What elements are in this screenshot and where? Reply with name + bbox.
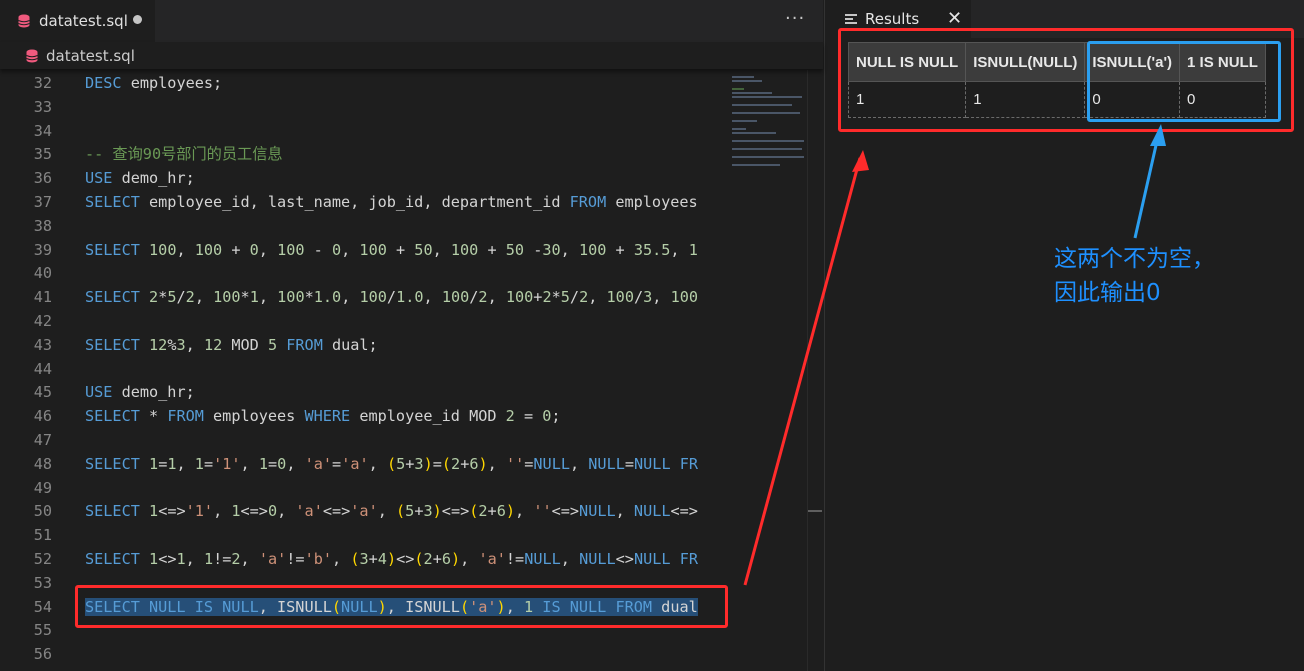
line-number: 37: [33, 193, 52, 211]
code-line[interactable]: 48 SELECT 1=1, 1='1', 1=0, 'a'='a', (5+3)…: [0, 452, 728, 476]
minimap-line: [732, 88, 744, 90]
line-number: 43: [33, 335, 52, 354]
code-line[interactable]: 45 USE demo_hr;: [0, 380, 728, 404]
line-number: 39: [33, 240, 52, 259]
minimap-line: [732, 112, 800, 114]
line-number: 49: [33, 478, 52, 497]
code-line[interactable]: 36 USE demo_hr;: [0, 166, 728, 190]
line-number: 56: [33, 645, 52, 664]
highlight-box-columns: [1087, 41, 1281, 122]
line-number: 51: [33, 526, 52, 545]
line-text: SELECT 1<=>'1', 1<=>0, 'a'<=>'a', (5+3)<…: [85, 502, 698, 521]
line-number: 35: [33, 145, 52, 164]
minimap-line: [732, 164, 780, 166]
code-line[interactable]: 52 SELECT 1<>1, 1!=2, 'a'!='b', (3+4)<>(2…: [0, 547, 728, 571]
minimap-line: [732, 96, 802, 98]
line-number: 50: [33, 502, 52, 521]
minimap-line: [732, 140, 804, 142]
line-text: DESC employees;: [85, 74, 223, 92]
line-text: SELECT employee_id, last_name, job_id, d…: [85, 193, 698, 211]
line-text: SELECT 2*5/2, 100*1, 100*1.0, 100/1.0, 1…: [85, 288, 699, 307]
code-line[interactable]: 43 SELECT 12%3, 12 MOD 5 FROM dual;: [0, 333, 728, 357]
line-number: 53: [33, 573, 52, 592]
code-line[interactable]: 49: [0, 476, 728, 500]
line-number: 54: [33, 597, 52, 616]
editor-pane: datatest.sql ··· datatest.sql 32 DESC emp…: [0, 0, 824, 671]
code-area[interactable]: 32 DESC employees; 33 34 35 -- 查询90号部门的员工信息 36…: [0, 70, 728, 671]
more-actions-icon[interactable]: ···: [785, 8, 805, 29]
vertical-scrollbar[interactable]: [807, 70, 824, 671]
code-line[interactable]: 42: [0, 309, 728, 333]
minimap-line: [732, 76, 754, 78]
line-number: 46: [33, 407, 52, 426]
minimap-line: [732, 80, 762, 82]
line-number: 40: [33, 264, 52, 283]
code-line[interactable]: 41 SELECT 2*5/2, 100*1, 100*1.0, 100/1.0,…: [0, 285, 728, 309]
minimap-line: [732, 104, 792, 106]
line-text: SELECT 12%3, 12 MOD 5 FROM dual;: [85, 335, 378, 354]
code-line[interactable]: 35 -- 查询90号部门的员工信息: [0, 142, 728, 166]
results-tab-label: Results: [865, 10, 920, 28]
list-icon: [845, 13, 857, 25]
unsaved-dot-icon[interactable]: [133, 15, 142, 24]
code-line[interactable]: 34: [0, 119, 728, 143]
line-number: 41: [33, 288, 52, 307]
breadcrumb: datatest.sql: [0, 42, 823, 69]
code-line[interactable]: 50 SELECT 1<=>'1', 1<=>0, 'a'<=>'a', (5+3…: [0, 499, 728, 523]
line-text: USE demo_hr;: [85, 383, 195, 402]
tab-label: datatest.sql: [39, 12, 128, 30]
code-line[interactable]: 39 SELECT 100, 100 + 0, 100 - 0, 100 + 50…: [0, 238, 728, 262]
minimap-line: [732, 92, 772, 94]
line-number: 45: [33, 383, 52, 402]
minimap-line: [732, 132, 776, 134]
line-text: SELECT 100, 100 + 0, 100 - 0, 100 + 50, …: [85, 240, 698, 259]
line-number: 55: [33, 621, 52, 640]
line-number: 36: [33, 169, 52, 188]
highlight-box-query: [75, 585, 728, 628]
line-number: 48: [33, 454, 52, 473]
minimap-line: [732, 128, 746, 130]
line-number: 32: [33, 74, 52, 92]
code-line[interactable]: 46 SELECT * FROM employees WHERE employee…: [0, 404, 728, 428]
minimap-line: [732, 120, 757, 122]
line-text: SELECT * FROM employees WHERE employee_i…: [85, 407, 561, 426]
minimap-line: [732, 148, 802, 150]
code-line[interactable]: 47: [0, 428, 728, 452]
database-icon: [18, 14, 30, 28]
line-number: 34: [33, 121, 52, 140]
code-line[interactable]: 37 SELECT employee_id, last_name, job_id,…: [0, 190, 728, 214]
code-line[interactable]: 40: [0, 261, 728, 285]
line-number: 44: [33, 359, 52, 378]
code-line[interactable]: 51: [0, 523, 728, 547]
line-number: 33: [33, 97, 52, 116]
line-number: 38: [33, 216, 52, 235]
editor-tab-bar: datatest.sql ···: [0, 0, 823, 42]
line-text: -- 查询90号部门的员工信息: [85, 145, 283, 164]
code-line[interactable]: 32 DESC employees;: [0, 71, 728, 95]
line-text: SELECT 1=1, 1='1', 1=0, 'a'='a', (5+3)=(…: [85, 454, 699, 473]
line-number: 42: [33, 312, 52, 330]
line-number: 47: [33, 431, 52, 449]
database-icon: [26, 49, 38, 63]
code-line[interactable]: 38: [0, 214, 728, 238]
code-line[interactable]: 56: [0, 642, 728, 666]
minimap-line: [732, 156, 804, 158]
tab-datatest-sql[interactable]: datatest.sql: [0, 0, 155, 42]
code-line[interactable]: 44: [0, 357, 728, 381]
scrollbar-thumb[interactable]: [808, 510, 822, 512]
line-text: SELECT 1<>1, 1!=2, 'a'!='b', (3+4)<>(2+6…: [85, 550, 698, 568]
line-number: 52: [33, 550, 52, 568]
breadcrumb-file[interactable]: datatest.sql: [46, 47, 135, 65]
line-text: USE demo_hr;: [85, 169, 195, 188]
minimap[interactable]: [728, 70, 807, 671]
code-line[interactable]: 33: [0, 95, 728, 119]
annotation-note: 这两个不为空， 因此输出0: [1054, 246, 1215, 306]
close-icon[interactable]: ✕: [947, 8, 962, 29]
